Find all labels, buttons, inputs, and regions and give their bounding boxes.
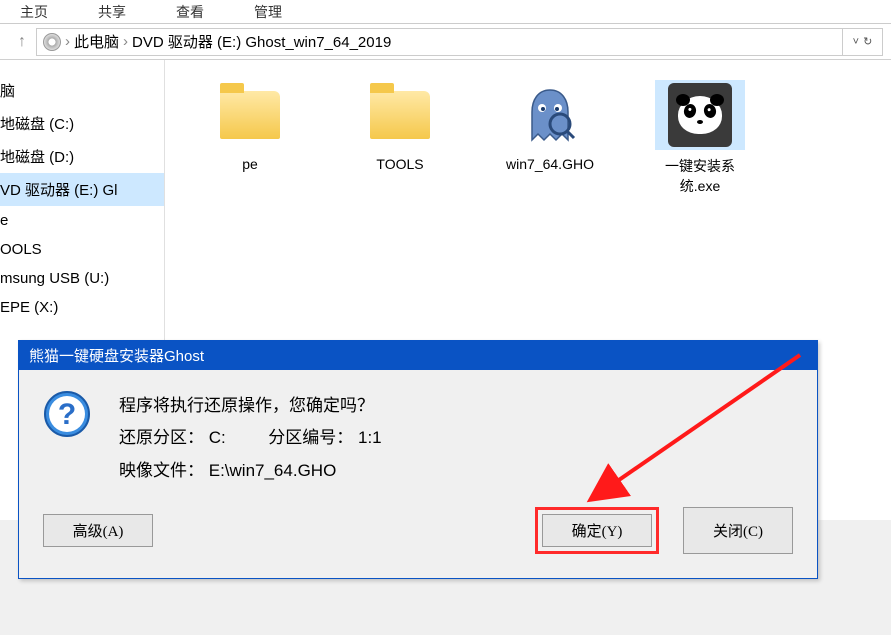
panda-icon <box>668 83 732 147</box>
folder-icon <box>220 91 280 139</box>
chevron-down-icon: ˅ <box>853 36 859 48</box>
advanced-button[interactable]: 高级(A) <box>43 514 153 547</box>
breadcrumb-drive[interactable]: DVD 驱动器 (E:) Ghost_win7_64_2019 <box>132 31 391 52</box>
annotation-highlight: 确定(Y) <box>535 507 659 554</box>
chevron-right-icon: › <box>123 33 128 50</box>
file-item-folder[interactable]: TOOLS <box>345 80 455 172</box>
partition-number-value: 1:1 <box>358 428 382 447</box>
close-button[interactable]: 关闭(C) <box>683 507 793 554</box>
refresh-icon: ↻ <box>863 35 872 48</box>
file-item-folder[interactable]: pe <box>195 80 305 172</box>
file-label: win7_64.GHO <box>495 156 605 172</box>
dialog-title-bar[interactable]: 熊猫一键硬盘安装器Ghost <box>19 341 817 370</box>
image-file-value: E:\win7_64.GHO <box>209 461 337 480</box>
file-item-exe-selected[interactable]: 一键安装系统.exe <box>645 80 755 196</box>
address-bar: ↑ › 此电脑 › DVD 驱动器 (E:) Ghost_win7_64_201… <box>0 24 891 60</box>
file-label: TOOLS <box>345 156 455 172</box>
sidebar-item[interactable]: OOLS <box>0 235 164 264</box>
up-button[interactable]: ↑ <box>8 33 36 51</box>
file-item-gho[interactable]: win7_64.GHO <box>495 80 605 172</box>
chevron-right-icon: › <box>65 33 70 50</box>
sidebar-item-selected[interactable]: VD 驱动器 (E:) Gl <box>0 173 164 206</box>
ok-button[interactable]: 确定(Y) <box>542 514 652 547</box>
ghost-dialog: 熊猫一键硬盘安装器Ghost ? 程序将执行还原操作，您确定吗？ 还原分区： C… <box>18 340 818 579</box>
dialog-message: 程序将执行还原操作，您确定吗？ 还原分区： C: 分区编号： 1:1 映像文件：… <box>119 390 382 487</box>
restore-partition-value: C: <box>209 428 226 447</box>
sidebar-item[interactable]: 脑 <box>0 74 164 107</box>
sidebar-item[interactable]: EPE (X:) <box>0 293 164 322</box>
ribbon-tab-view[interactable]: 查看 <box>176 2 204 22</box>
svg-text:?: ? <box>58 398 76 431</box>
ribbon-tabs: 主页 共享 查看 管理 <box>0 0 891 24</box>
sidebar-item[interactable]: 地磁盘 (D:) <box>0 140 164 173</box>
address-dropdown[interactable]: ˅ ↻ <box>843 28 883 56</box>
breadcrumb[interactable]: › 此电脑 › DVD 驱动器 (E:) Ghost_win7_64_2019 <box>36 28 843 56</box>
partition-number-label: 分区编号： <box>268 428 353 447</box>
file-label: 一键安装系统.exe <box>645 156 755 196</box>
disc-icon <box>43 33 61 51</box>
ribbon-tab-manage[interactable]: 管理 <box>254 2 282 22</box>
ribbon-tab-home[interactable]: 主页 <box>20 2 48 22</box>
ghost-icon <box>524 86 576 144</box>
question-icon: ? <box>43 390 91 438</box>
breadcrumb-root[interactable]: 此电脑 <box>74 31 119 52</box>
folder-icon <box>370 91 430 139</box>
ribbon-tab-share[interactable]: 共享 <box>98 2 126 22</box>
image-file-label: 映像文件： <box>119 461 204 480</box>
sidebar-item[interactable]: 地磁盘 (C:) <box>0 107 164 140</box>
sidebar-item[interactable]: e <box>0 206 164 235</box>
file-label: pe <box>195 156 305 172</box>
dialog-line1: 程序将执行还原操作，您确定吗？ <box>119 390 382 422</box>
restore-partition-label: 还原分区： <box>119 428 204 447</box>
sidebar-item[interactable]: msung USB (U:) <box>0 264 164 293</box>
